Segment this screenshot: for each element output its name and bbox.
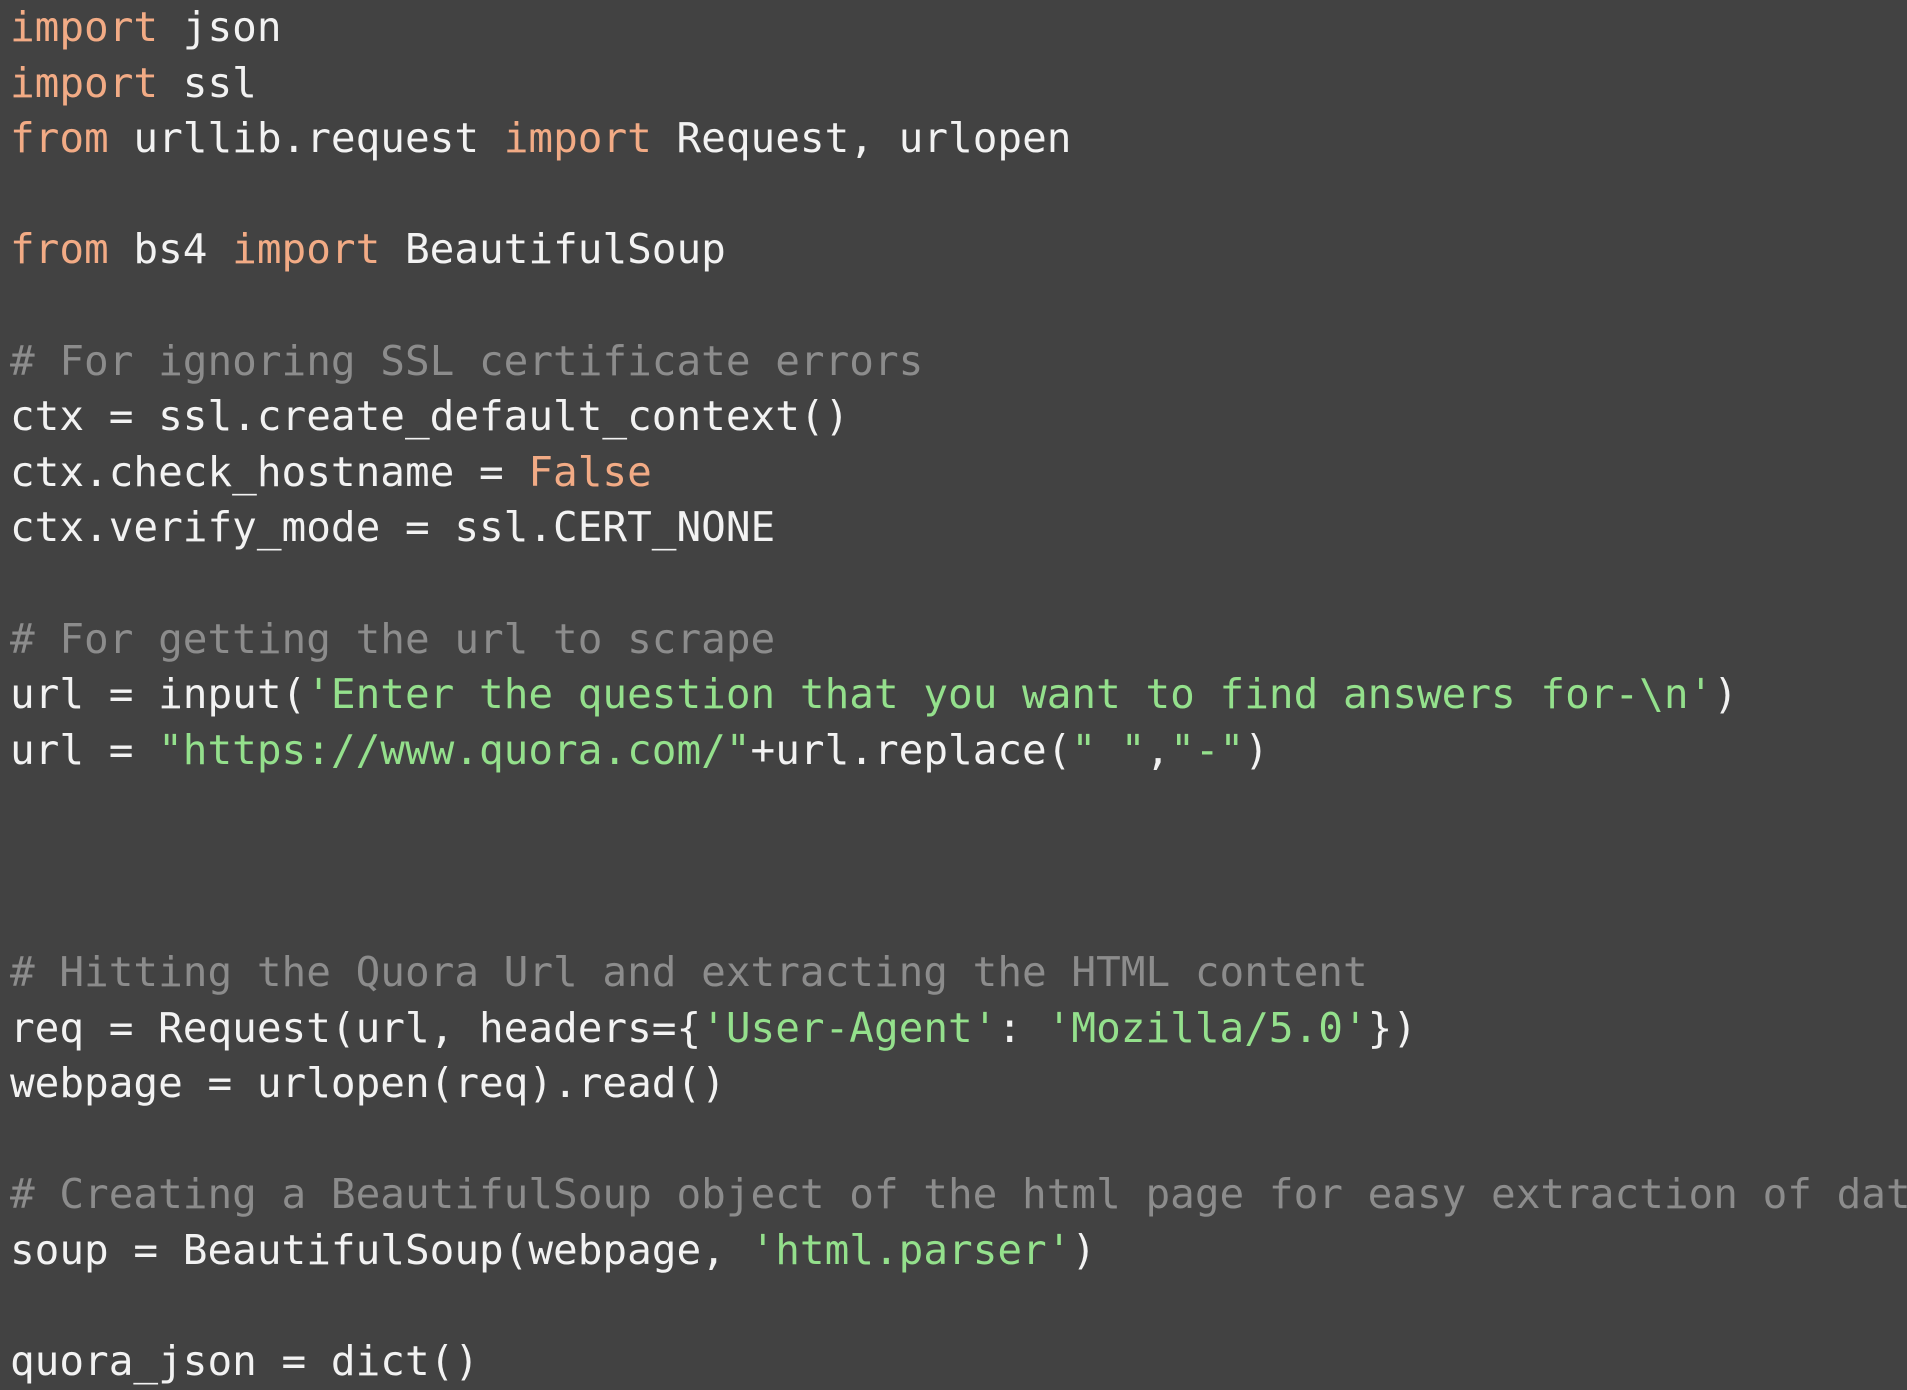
code-line[interactable]: webpage = urlopen(req).read() (10, 1056, 1907, 1112)
code-token-plain: BeautifulSoup (380, 225, 726, 273)
code-token-kw: False (528, 448, 651, 496)
code-token-str: 'Mozilla/5.0' (1047, 1004, 1368, 1052)
code-line[interactable]: quora_json = dict() (10, 1334, 1907, 1390)
code-token-plain: quora_json = dict() (10, 1337, 479, 1385)
code-line[interactable]: url = "https://www.quora.com/"+url.repla… (10, 723, 1907, 779)
code-token-plain: webpage = urlopen(req).read() (10, 1059, 726, 1107)
code-token-plain: urllib.request (109, 114, 504, 162)
code-line[interactable]: req = Request(url, headers={'User-Agent'… (10, 1001, 1907, 1057)
code-token-kw: import (10, 59, 158, 107)
code-line-blank[interactable] (10, 1112, 1907, 1168)
code-line-blank[interactable] (10, 1279, 1907, 1335)
code-token-plain: ) (1071, 1226, 1096, 1274)
code-token-plain: ctx.check_hostname = (10, 448, 528, 496)
code-token-plain: }) (1368, 1004, 1417, 1052)
code-line[interactable]: ctx = ssl.create_default_context() (10, 389, 1907, 445)
code-token-plain: ) (1713, 670, 1738, 718)
code-token-kw: import (232, 225, 380, 273)
code-token-comment: # For ignoring SSL certificate errors (10, 337, 923, 385)
code-line[interactable]: url = input('Enter the question that you… (10, 667, 1907, 723)
code-token-str: "-" (1170, 726, 1244, 774)
code-token-comment: # Hitting the Quora Url and extracting t… (10, 948, 1368, 996)
code-token-plain: Request, urlopen (652, 114, 1072, 162)
code-line[interactable]: # For getting the url to scrape (10, 612, 1907, 668)
code-token-kw: import (10, 3, 158, 51)
code-token-plain: +url.replace( (751, 726, 1072, 774)
code-token-plain: json (158, 3, 281, 51)
code-token-kw: import (504, 114, 652, 162)
code-line[interactable]: # Creating a BeautifulSoup object of the… (10, 1167, 1907, 1223)
code-token-kw: from (10, 114, 109, 162)
code-line[interactable]: ctx.verify_mode = ssl.CERT_NONE (10, 500, 1907, 556)
code-lines-container[interactable]: import jsonimport sslfrom urllib.request… (10, 0, 1907, 1390)
code-editor[interactable]: import jsonimport sslfrom urllib.request… (0, 0, 1907, 1350)
code-line[interactable]: import json (10, 0, 1907, 56)
code-line[interactable]: # For ignoring SSL certificate errors (10, 334, 1907, 390)
code-token-comment: # For getting the url to scrape (10, 615, 775, 663)
code-token-plain: ) (1244, 726, 1269, 774)
code-token-plain: url = (10, 726, 158, 774)
code-token-str: 'Enter the question that you want to fin… (306, 670, 1713, 718)
code-token-str: "https://www.quora.com/" (158, 726, 750, 774)
code-line-blank[interactable] (10, 834, 1907, 890)
code-token-plain: req = Request(url, headers={ (10, 1004, 701, 1052)
code-token-plain: bs4 (109, 225, 232, 273)
code-line-blank[interactable] (10, 167, 1907, 223)
code-token-comment: # Creating a BeautifulSoup object of the… (10, 1170, 1907, 1218)
code-line-blank[interactable] (10, 556, 1907, 612)
code-line[interactable]: soup = BeautifulSoup(webpage, 'html.pars… (10, 1223, 1907, 1279)
code-line-blank[interactable] (10, 778, 1907, 834)
code-token-plain: : (997, 1004, 1046, 1052)
code-token-str: 'User-Agent' (701, 1004, 997, 1052)
code-line-blank[interactable] (10, 890, 1907, 946)
code-token-plain: url = input( (10, 670, 306, 718)
code-token-plain: ssl (158, 59, 257, 107)
code-line[interactable]: import ssl (10, 56, 1907, 112)
code-token-str: " " (1071, 726, 1145, 774)
code-token-kw: from (10, 225, 109, 273)
code-token-plain: ctx.verify_mode = ssl.CERT_NONE (10, 503, 775, 551)
code-line[interactable]: ctx.check_hostname = False (10, 445, 1907, 501)
code-token-plain: ctx = ssl.create_default_context() (10, 392, 849, 440)
code-token-str: 'html.parser' (751, 1226, 1072, 1274)
code-line-blank[interactable] (10, 278, 1907, 334)
code-token-plain: , (1146, 726, 1171, 774)
code-line[interactable]: from urllib.request import Request, urlo… (10, 111, 1907, 167)
code-line[interactable]: from bs4 import BeautifulSoup (10, 222, 1907, 278)
code-token-plain: soup = BeautifulSoup(webpage, (10, 1226, 751, 1274)
code-line[interactable]: # Hitting the Quora Url and extracting t… (10, 945, 1907, 1001)
